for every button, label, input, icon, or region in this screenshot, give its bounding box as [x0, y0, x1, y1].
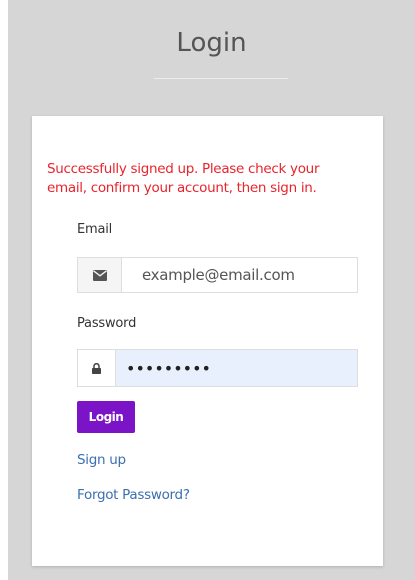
password-input-group [77, 349, 358, 387]
signup-link[interactable]: Sign up [77, 452, 126, 468]
signup-success-message: Successfully signed up. Please check you… [47, 161, 320, 196]
header: Login [8, 0, 415, 120]
forgot-password-link[interactable]: Forgot Password? [77, 487, 190, 503]
page-edge [0, 0, 8, 580]
email-input-group [77, 257, 358, 293]
password-label: Password [77, 316, 137, 331]
title-divider [154, 78, 288, 79]
envelope-icon [78, 258, 122, 292]
login-button[interactable]: Login [77, 401, 135, 433]
email-field[interactable] [122, 258, 357, 292]
page-title: Login [176, 28, 247, 58]
email-label: Email [77, 222, 113, 237]
lock-icon [78, 350, 116, 386]
password-field[interactable] [116, 350, 357, 386]
